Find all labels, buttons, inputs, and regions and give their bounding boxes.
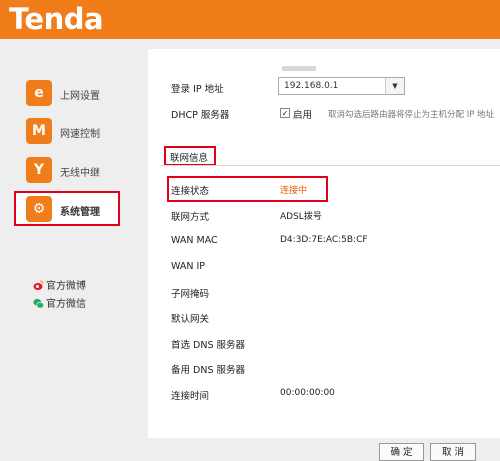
sidebar-item-internet-settings[interactable]: e 上网设置 xyxy=(26,80,136,110)
social-label: 官方微信 xyxy=(46,299,86,310)
wan-mac-value: D4:3D:7E:AC:5B:CF xyxy=(280,235,368,245)
top-header-bar: Tenda xyxy=(0,0,500,39)
connection-type-value: ADSL拨号 xyxy=(280,212,322,222)
connection-time-label: 连接时间 xyxy=(171,391,210,402)
sidebar-item-label: 系统管理 xyxy=(60,207,100,218)
dhcp-enable-checkbox[interactable]: ✓ xyxy=(280,108,290,118)
cancel-button[interactable]: 取 消 xyxy=(430,443,476,461)
dhcp-enable-label: 启用 xyxy=(293,110,313,121)
tenda-logo: Tenda xyxy=(9,2,104,36)
subnet-mask-label: 子网掩码 xyxy=(171,289,210,300)
weibo-icon xyxy=(33,280,44,291)
sidebar-item-wireless-repeater[interactable]: Y 无线中继 xyxy=(26,157,136,187)
wan-ip-label: WAN IP xyxy=(171,261,206,272)
sidebar-item-system-management[interactable]: ⚙ 系统管理 xyxy=(26,196,136,226)
official-wechat-link[interactable]: 官方微信 xyxy=(33,295,86,310)
wireless-repeater-icon: Y xyxy=(26,157,52,183)
speed-wave-icon: M xyxy=(26,118,52,144)
connection-status-value: 连接中 xyxy=(280,186,308,196)
connection-time-value: 00:00:00:00 xyxy=(280,388,335,398)
system-gear-icon: ⚙ xyxy=(26,196,52,222)
login-ip-select[interactable]: 192.168.0.1 ▼ xyxy=(278,77,405,95)
dhcp-server-label: DHCP 服务器 xyxy=(171,110,230,121)
secondary-dns-label: 备用 DNS 服务器 xyxy=(171,365,245,376)
sidebar-item-label: 上网设置 xyxy=(60,91,100,102)
connection-status-label: 连接状态 xyxy=(171,186,210,197)
sidebar-item-speed-control[interactable]: M 网速控制 xyxy=(26,118,136,148)
login-ip-label: 登录 IP 地址 xyxy=(171,84,224,95)
sidebar-item-label: 无线中继 xyxy=(60,168,100,179)
login-ip-value: 192.168.0.1 xyxy=(284,81,339,91)
official-weibo-link[interactable]: 官方微博 xyxy=(33,277,86,292)
social-label: 官方微博 xyxy=(46,281,86,292)
wechat-icon xyxy=(33,298,44,309)
primary-dns-label: 首选 DNS 服务器 xyxy=(171,340,245,351)
chevron-down-icon[interactable]: ▼ xyxy=(385,78,404,94)
scroll-indicator[interactable] xyxy=(282,66,316,71)
default-gateway-label: 默认网关 xyxy=(171,314,210,325)
dhcp-hint-text: 取消勾选后路由器将停止为主机分配 IP 地址 xyxy=(328,110,495,120)
wan-info-section-title: 联网信息 xyxy=(170,153,209,164)
connection-type-label: 联网方式 xyxy=(171,212,210,223)
section-divider xyxy=(161,165,500,166)
sidebar-item-label: 网速控制 xyxy=(60,129,100,140)
ok-button[interactable]: 确 定 xyxy=(379,443,424,461)
internet-e-icon: e xyxy=(26,80,52,106)
wan-mac-label: WAN MAC xyxy=(171,235,218,246)
